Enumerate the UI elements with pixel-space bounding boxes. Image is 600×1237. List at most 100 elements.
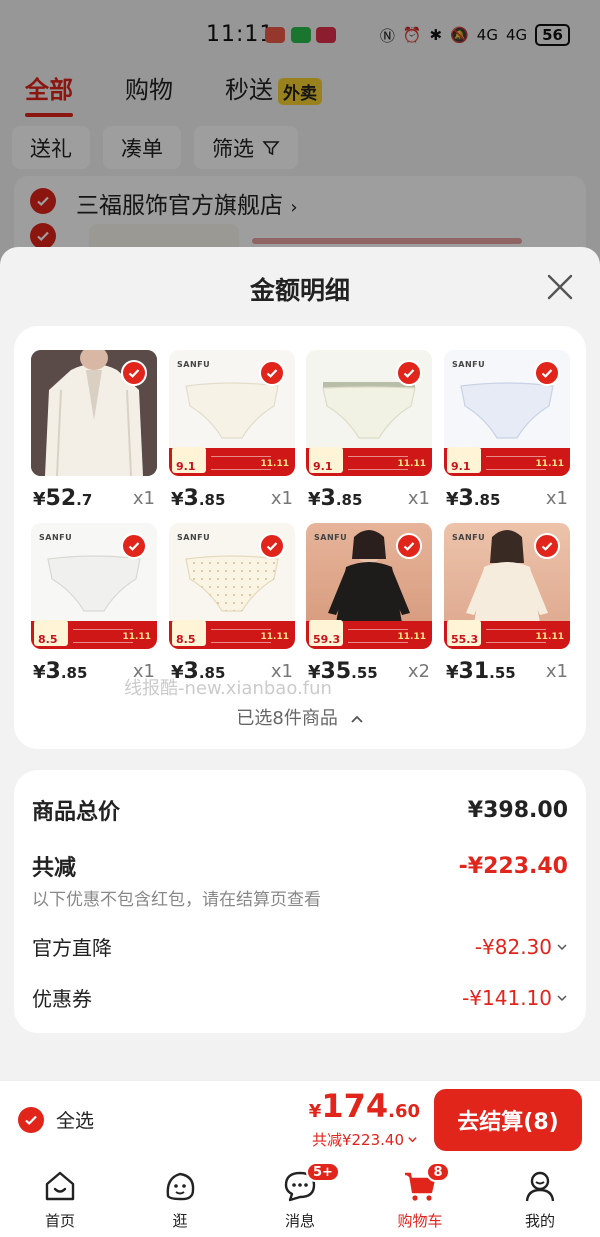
- underwear-image-icon: [460, 382, 554, 439]
- product-checkbox[interactable]: [396, 360, 422, 386]
- total-price-label: 商品总价: [32, 800, 121, 825]
- checkout-total: ¥174.60: [309, 1087, 420, 1125]
- product-item[interactable]: SANFU 9.1 11.11 ¥3.85 x1: [444, 350, 570, 511]
- product-price: ¥31.55: [446, 659, 516, 684]
- product-price: ¥3.85: [33, 659, 87, 684]
- product-checkbox[interactable]: [534, 533, 560, 559]
- product-price: ¥3.85: [308, 486, 362, 511]
- coupon-label: 优惠券: [32, 987, 92, 1011]
- promo-1111: 11.11: [397, 459, 426, 469]
- product-item[interactable]: SANFU 9.1 11.11 ¥3.85 x1: [169, 350, 295, 511]
- product-checkbox[interactable]: [259, 533, 285, 559]
- chevron-down-icon: [557, 994, 567, 1001]
- product-checkbox[interactable]: [259, 360, 285, 386]
- official-discount-row[interactable]: 官方直降 -¥82.30: [32, 932, 568, 961]
- product-item[interactable]: 9.1 11.11 ¥3.85 x1: [306, 350, 432, 511]
- product-quantity: x1: [407, 488, 430, 509]
- price-dec: .7: [76, 491, 93, 509]
- product-quantity: x1: [545, 661, 568, 682]
- product-item[interactable]: SANFU 59.3 11.11 ¥35.55 x2: [306, 523, 432, 684]
- brand-logo: SANFU: [177, 360, 211, 369]
- coupon-row[interactable]: 优惠券 -¥141.10: [32, 983, 568, 1012]
- product-price: ¥52.7: [33, 486, 92, 511]
- nav-profile[interactable]: 我的: [480, 1158, 600, 1237]
- product-quantity: x1: [545, 488, 568, 509]
- selected-summary[interactable]: 已选8件商品: [14, 704, 586, 730]
- discount-row: 共减 -¥223.40: [32, 850, 568, 882]
- product-image: SANFU 9.1 11.11: [444, 350, 570, 476]
- product-item[interactable]: SANFU 8.5 11.11 ¥3.85 x1: [169, 523, 295, 684]
- profile-icon: [525, 1171, 555, 1202]
- product-image: SANFU 59.3 11.11: [306, 523, 432, 649]
- total-price-row: 商品总价 ¥398.00: [32, 794, 568, 826]
- checkout-button[interactable]: 去结算(8): [434, 1089, 582, 1151]
- watermark: 线报酷-new.xianbao.fun: [124, 678, 332, 699]
- nav-home[interactable]: 首页: [0, 1158, 120, 1237]
- product-price: ¥3.85: [446, 486, 500, 511]
- currency: ¥: [446, 489, 459, 510]
- nav-cart-label: 购物车: [397, 1212, 443, 1230]
- nav-messages[interactable]: 5+ 消息: [240, 1158, 360, 1237]
- promo-price: 55.3: [451, 633, 479, 646]
- price-int: 52: [45, 486, 77, 511]
- currency: ¥: [33, 489, 46, 510]
- product-image: SANFU 8.5 11.11: [169, 523, 295, 649]
- price-int: 3: [320, 486, 336, 511]
- promo-price: 59.3: [313, 633, 341, 646]
- product-quantity: x1: [270, 488, 293, 509]
- nav-browse[interactable]: 逛: [120, 1158, 240, 1237]
- amount-card: 商品总价 ¥398.00 共减 -¥223.40 以下优惠不包含红包，请在结算页…: [14, 770, 586, 1033]
- close-icon[interactable]: [544, 271, 576, 303]
- official-discount-amount: -¥82.30: [474, 934, 552, 959]
- select-all-toggle[interactable]: 全选: [18, 1106, 94, 1133]
- price-int: 3: [458, 486, 474, 511]
- product-price: ¥3.85: [171, 486, 225, 511]
- brand-logo: SANFU: [452, 360, 486, 369]
- nav-home-label: 首页: [44, 1212, 75, 1230]
- total-currency: ¥: [308, 1101, 322, 1122]
- total-int: 174: [321, 1087, 389, 1125]
- coupon-value: -¥141.10: [462, 986, 568, 1010]
- product-item[interactable]: SANFU 55.3 11.11 ¥31.55 x1: [444, 523, 570, 684]
- nav-messages-label: 消息: [284, 1212, 315, 1230]
- price-dec: .85: [198, 491, 226, 509]
- discount-note: 以下优惠不包含红包，请在结算页查看: [32, 890, 321, 910]
- product-item[interactable]: SANFU 8.5 11.11 ¥3.85 x1: [31, 523, 157, 684]
- nav-cart[interactable]: 8 购物车: [360, 1158, 480, 1237]
- nav-profile-label: 我的: [524, 1212, 555, 1230]
- product-checkbox[interactable]: [534, 360, 560, 386]
- brand-logo: SANFU: [39, 533, 73, 542]
- currency: ¥: [33, 662, 46, 683]
- total-dec: .60: [388, 1101, 420, 1122]
- product-checkbox[interactable]: [121, 360, 147, 386]
- select-all-checkbox[interactable]: [18, 1106, 44, 1133]
- currency: ¥: [308, 489, 321, 510]
- bottom-nav: 首页 逛 5+ 消息 8 购物车 我的: [0, 1158, 600, 1237]
- product-checkbox[interactable]: [396, 533, 422, 559]
- checkout-discount[interactable]: 共减¥223.40: [312, 1129, 418, 1150]
- currency: ¥: [171, 489, 184, 510]
- product-image: [31, 350, 157, 476]
- product-item[interactable]: ¥52.7 x1: [31, 350, 157, 511]
- product-image: SANFU 55.3 11.11: [444, 523, 570, 649]
- underwear-image-icon: [47, 555, 141, 612]
- official-discount-value: -¥82.30: [475, 935, 568, 959]
- promo-price: 8.5: [38, 633, 58, 646]
- nav-browse-label: 逛: [172, 1212, 188, 1230]
- messages-badge: 5+: [306, 1162, 340, 1182]
- selected-summary-label: 已选8件商品: [236, 708, 338, 729]
- discount-label: 共减: [32, 856, 77, 881]
- product-image: SANFU 8.5 11.11: [31, 523, 157, 649]
- coupon-amount: -¥141.10: [462, 985, 552, 1010]
- underwear-image-icon: [322, 382, 416, 439]
- price-dec: .55: [351, 664, 378, 682]
- promo-price: 8.5: [176, 633, 196, 646]
- price-int: 31: [458, 659, 490, 684]
- browse-icon: [166, 1172, 195, 1201]
- promo-1111: 11.11: [397, 632, 426, 642]
- promo-price: 9.1: [176, 460, 196, 473]
- discount-value: -¥223.40: [458, 853, 568, 879]
- product-checkbox[interactable]: [121, 533, 147, 559]
- checkout-discount-label: 共减¥223.40: [311, 1131, 404, 1149]
- chevron-up-icon: [350, 715, 363, 723]
